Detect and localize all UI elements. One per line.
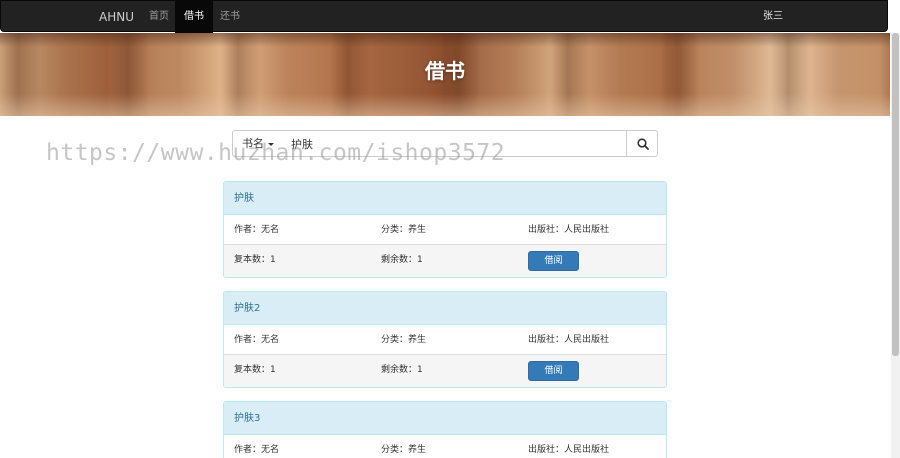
book-copies: 复本数：1: [234, 365, 276, 375]
page-title: 借书: [425, 59, 465, 83]
nav-item-home[interactable]: 首页: [140, 1, 178, 33]
book-card: 护肤2 作者：无名 分类：养生 出版社：人民出版社 复本数：1 剩余数：1 借阅: [223, 291, 667, 388]
book-publisher: 出版社：人民出版社: [528, 445, 610, 455]
book-title: 护肤3: [224, 402, 666, 435]
brand-link[interactable]: AHNU: [99, 1, 134, 33]
book-publisher: 出版社：人民出版社: [528, 225, 610, 235]
book-title: 护肤: [224, 182, 666, 215]
search-icon: [637, 138, 649, 150]
banner: 借书: [0, 33, 890, 116]
scrollbar[interactable]: [891, 33, 900, 458]
book-card: 护肤3 作者：无名 分类：养生 出版社：人民出版社: [223, 401, 667, 458]
nav-item-return[interactable]: 还书: [211, 1, 249, 33]
book-author: 作者：无名: [234, 225, 280, 235]
book-stock-row: 复本数：1 剩余数：1 借阅: [224, 245, 666, 277]
book-author: 作者：无名: [234, 335, 280, 345]
user-name[interactable]: 张三: [763, 1, 783, 33]
book-author: 作者：无名: [234, 445, 280, 455]
book-category: 分类：养生: [381, 445, 427, 455]
book-info-row: 作者：无名 分类：养生 出版社：人民出版社: [224, 215, 666, 245]
borrow-button[interactable]: 借阅: [528, 361, 579, 381]
book-category: 分类：养生: [381, 335, 427, 345]
book-remaining: 剩余数：1: [381, 255, 423, 265]
book-info-row: 作者：无名 分类：养生 出版社：人民出版社: [224, 325, 666, 355]
borrow-button[interactable]: 借阅: [528, 251, 579, 271]
nav-item-borrow[interactable]: 借书: [175, 1, 213, 33]
book-info-row: 作者：无名 分类：养生 出版社：人民出版社: [224, 435, 666, 458]
book-title: 护肤2: [224, 292, 666, 325]
scrollbar-thumb[interactable]: [892, 33, 899, 356]
search-button[interactable]: [626, 130, 658, 157]
navbar: AHNU 首页 借书 还书 张三: [0, 0, 888, 33]
book-publisher: 出版社：人民出版社: [528, 335, 610, 345]
book-copies: 复本数：1: [234, 255, 276, 265]
book-stock-row: 复本数：1 剩余数：1 借阅: [224, 355, 666, 387]
book-category: 分类：养生: [381, 225, 427, 235]
watermark: https://www.huzhan.com/ishop3572: [46, 140, 506, 166]
page: AHNU 首页 借书 还书 张三 借书 书名 https://www.huzha…: [0, 0, 900, 458]
book-remaining: 剩余数：1: [381, 365, 423, 375]
book-card: 护肤 作者：无名 分类：养生 出版社：人民出版社 复本数：1 剩余数：1 借阅: [223, 181, 667, 278]
